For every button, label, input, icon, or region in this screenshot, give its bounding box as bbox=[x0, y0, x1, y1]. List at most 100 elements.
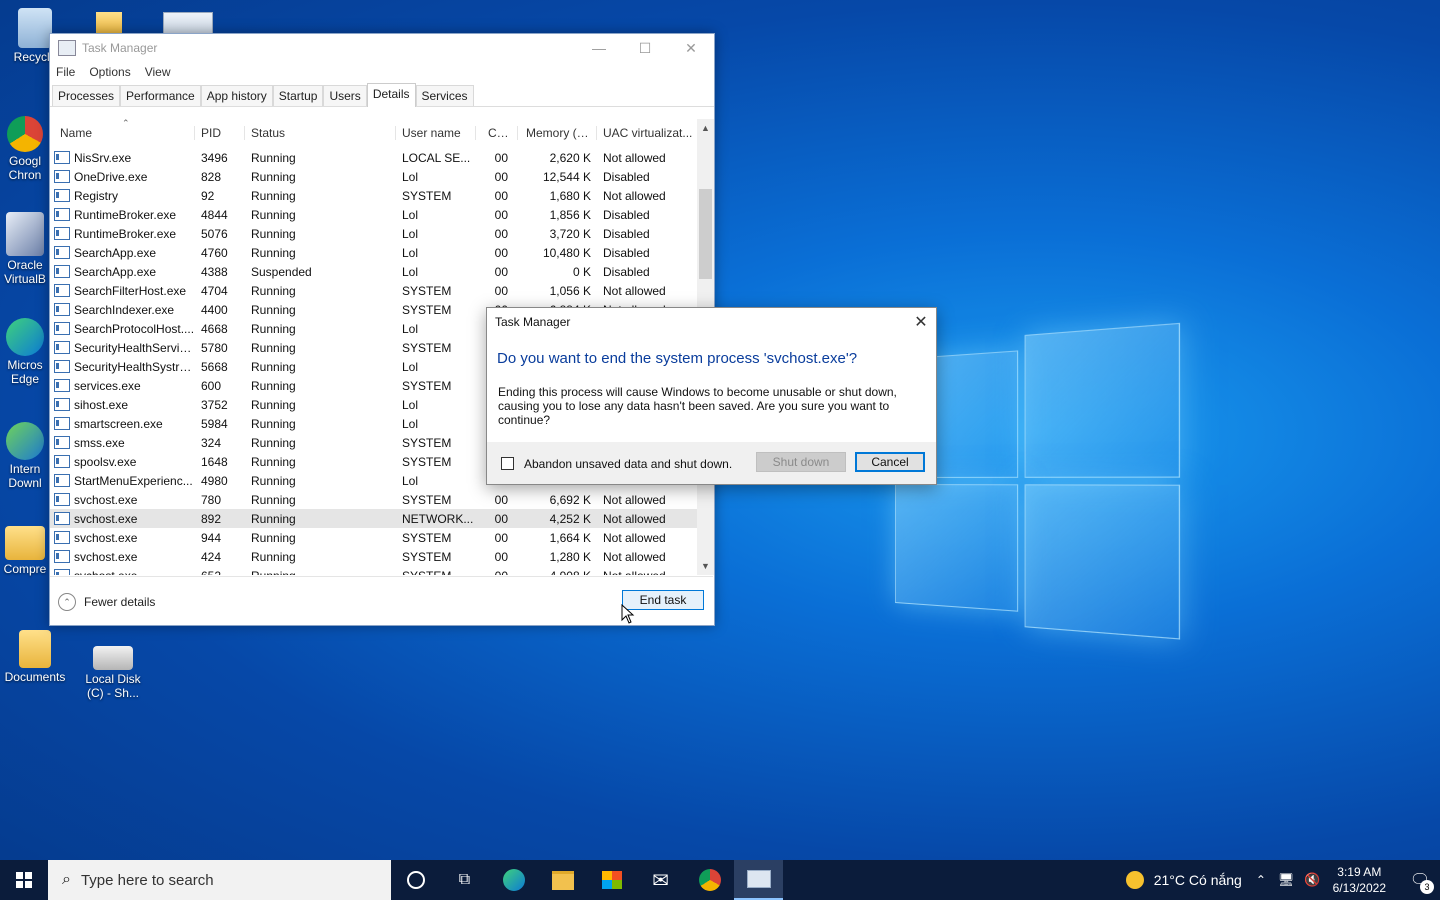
process-status: Suspended bbox=[251, 264, 312, 279]
process-name: svchost.exe bbox=[50, 550, 195, 564]
process-icon bbox=[54, 322, 70, 335]
column-header-user[interactable]: User name bbox=[396, 126, 476, 140]
fewer-details-link[interactable]: ⌃ Fewer details bbox=[58, 593, 155, 611]
table-row[interactable]: SearchApp.exe 4760 Running Lol 00 10,480 K Dis… bbox=[50, 243, 713, 262]
table-row[interactable]: svchost.exe 780 Running SYSTEM 00 6,692 K Not … bbox=[50, 490, 713, 509]
clock[interactable]: 3:19 AM 6/13/2022 bbox=[1333, 864, 1386, 896]
column-header-uac[interactable]: UAC virtualizat... bbox=[597, 126, 697, 140]
shut-down-button[interactable]: Shut down bbox=[756, 452, 846, 472]
process-icon bbox=[54, 569, 70, 575]
edge-icon bbox=[502, 869, 525, 891]
cancel-button[interactable]: Cancel bbox=[855, 452, 925, 472]
process-pid: 4844 bbox=[201, 207, 228, 222]
taskbar-search-box[interactable]: ⌕ Type here to search bbox=[48, 860, 391, 900]
title-bar[interactable]: Task Manager — ☐ ✕ bbox=[50, 34, 714, 62]
scrollbar-thumb[interactable] bbox=[699, 189, 712, 279]
process-name-text: SearchIndexer.exe bbox=[74, 302, 175, 317]
menu-file[interactable]: File bbox=[56, 65, 75, 79]
process-name-text: RuntimeBroker.exe bbox=[74, 226, 177, 241]
taskbar-file-explorer[interactable] bbox=[538, 860, 587, 900]
table-row[interactable]: SearchFilterHost.exe 4704 Running SYSTEM 00 1… bbox=[50, 281, 713, 300]
dialog-close-button[interactable]: ✕ bbox=[906, 312, 936, 332]
process-pid: 892 bbox=[201, 511, 222, 526]
process-name-text: OneDrive.exe bbox=[74, 169, 148, 184]
desktop-icon-label: Documents bbox=[4, 670, 66, 684]
process-cpu: 00 bbox=[494, 283, 508, 298]
table-row[interactable]: SearchApp.exe 4388 Suspended Lol 00 0 K Disabl… bbox=[50, 262, 713, 281]
start-button[interactable] bbox=[0, 860, 48, 900]
taskbar-store[interactable] bbox=[587, 860, 636, 900]
notification-center-button[interactable]: 🗨 3 bbox=[1400, 870, 1440, 894]
task-view-button[interactable]: ⧉ bbox=[440, 860, 489, 900]
process-memory: 1,680 K bbox=[549, 188, 591, 203]
menu-options[interactable]: Options bbox=[89, 65, 130, 79]
table-row[interactable]: NisSrv.exe 3496 Running LOCAL SE... 00 2,620 … bbox=[50, 148, 713, 167]
abandon-data-checkbox[interactable] bbox=[501, 457, 514, 470]
table-row[interactable]: OneDrive.exe 828 Running Lol 00 12,544 K Disab… bbox=[50, 167, 713, 186]
desktop-icon-idm[interactable]: Intern Downl bbox=[0, 422, 50, 490]
taskbar-task-manager[interactable] bbox=[734, 860, 783, 900]
process-name: svchost.exe bbox=[50, 493, 195, 507]
process-pid: 5076 bbox=[201, 226, 228, 241]
scroll-up-icon[interactable]: ▲ bbox=[697, 123, 714, 133]
process-name: sihost.exe bbox=[50, 398, 195, 412]
table-row[interactable]: RuntimeBroker.exe 5076 Running Lol 00 3,720 K… bbox=[50, 224, 713, 243]
desktop-icon-virtualbox[interactable]: Oracle VirtualB bbox=[0, 212, 50, 286]
chevron-up-icon[interactable]: ⌃ bbox=[1256, 873, 1266, 887]
tab-services[interactable]: Services bbox=[415, 85, 474, 106]
table-row[interactable]: svchost.exe 944 Running SYSTEM 00 1,664 K Not … bbox=[50, 528, 713, 547]
maximize-button[interactable]: ☐ bbox=[622, 40, 668, 57]
column-header-pid[interactable]: PID bbox=[195, 126, 245, 140]
table-row[interactable]: RuntimeBroker.exe 4844 Running Lol 00 1,856 K… bbox=[50, 205, 713, 224]
chrome-icon bbox=[7, 116, 43, 152]
process-user: SYSTEM bbox=[402, 302, 452, 317]
process-uac: Not allowed bbox=[603, 530, 666, 545]
process-name: SearchApp.exe bbox=[50, 246, 195, 260]
process-status: Running bbox=[251, 435, 296, 450]
menu-view[interactable]: View bbox=[145, 65, 171, 79]
tab-details[interactable]: Details bbox=[366, 83, 416, 107]
desktop-icon-documents[interactable]: Documents bbox=[0, 630, 70, 684]
process-uac: Not allowed bbox=[603, 150, 666, 165]
desktop-icon-compressed-folder[interactable]: Compre bbox=[0, 526, 50, 576]
column-header-cpu[interactable]: CPU bbox=[476, 126, 518, 140]
scroll-down-icon[interactable]: ▼ bbox=[697, 561, 714, 571]
close-button[interactable]: ✕ bbox=[668, 40, 714, 57]
process-status: Running bbox=[251, 321, 296, 336]
process-icon bbox=[54, 474, 70, 487]
dialog-title-bar[interactable]: Task Manager ✕ bbox=[487, 308, 936, 336]
process-icon bbox=[54, 227, 70, 240]
tab-performance[interactable]: Performance bbox=[120, 85, 201, 106]
process-cpu: 00 bbox=[494, 245, 508, 260]
table-row[interactable]: svchost.exe 892 Running NETWORK... 00 4,252 K… bbox=[50, 509, 713, 528]
tab-app-history[interactable]: App history bbox=[200, 85, 273, 106]
process-cpu: 00 bbox=[494, 226, 508, 241]
taskbar-mail[interactable]: ✉ bbox=[636, 860, 685, 900]
process-uac: Disabled bbox=[603, 264, 650, 279]
abandon-data-label[interactable]: Abandon unsaved data and shut down. bbox=[524, 457, 732, 471]
table-row[interactable]: Registry 92 Running SYSTEM 00 1,680 K Not allo… bbox=[50, 186, 713, 205]
tab-processes[interactable]: Processes bbox=[52, 85, 121, 106]
tab-users[interactable]: Users bbox=[323, 85, 367, 106]
desktop-icon-edge[interactable]: Micros Edge bbox=[0, 318, 50, 386]
process-name-text: SearchApp.exe bbox=[74, 245, 157, 260]
desktop-icon-local-disk[interactable]: Local Disk (C) - Sh... bbox=[78, 646, 148, 700]
mouse-cursor-icon bbox=[621, 604, 635, 624]
weather-widget[interactable]: 21°C Có nắng bbox=[1125, 871, 1242, 889]
tab-startup[interactable]: Startup bbox=[272, 85, 324, 106]
volume-muted-icon[interactable]: 🔇 bbox=[1304, 872, 1320, 888]
table-row[interactable]: svchost.exe 424 Running SYSTEM 00 1,280 K Not … bbox=[50, 547, 713, 566]
process-uac: Not allowed bbox=[597, 569, 697, 576]
network-icon[interactable]: 🖥 bbox=[1278, 872, 1295, 888]
minimize-button[interactable]: — bbox=[576, 40, 622, 57]
process-status: Running bbox=[245, 569, 396, 576]
tab-bar: Processes Performance App history Startu… bbox=[50, 82, 714, 107]
cortana-button[interactable] bbox=[391, 860, 440, 900]
desktop-icon-chrome[interactable]: Googl Chron bbox=[0, 116, 50, 182]
process-pid: 3496 bbox=[201, 150, 228, 165]
taskbar-edge[interactable] bbox=[489, 860, 538, 900]
table-row[interactable]: svchost.exe 652RunningSYSTEM004,908 KNot … bbox=[50, 566, 713, 575]
column-header-status[interactable]: Status bbox=[245, 126, 396, 140]
taskbar-chrome[interactable] bbox=[685, 860, 734, 900]
column-header-memory[interactable]: Memory (a... bbox=[518, 126, 597, 140]
